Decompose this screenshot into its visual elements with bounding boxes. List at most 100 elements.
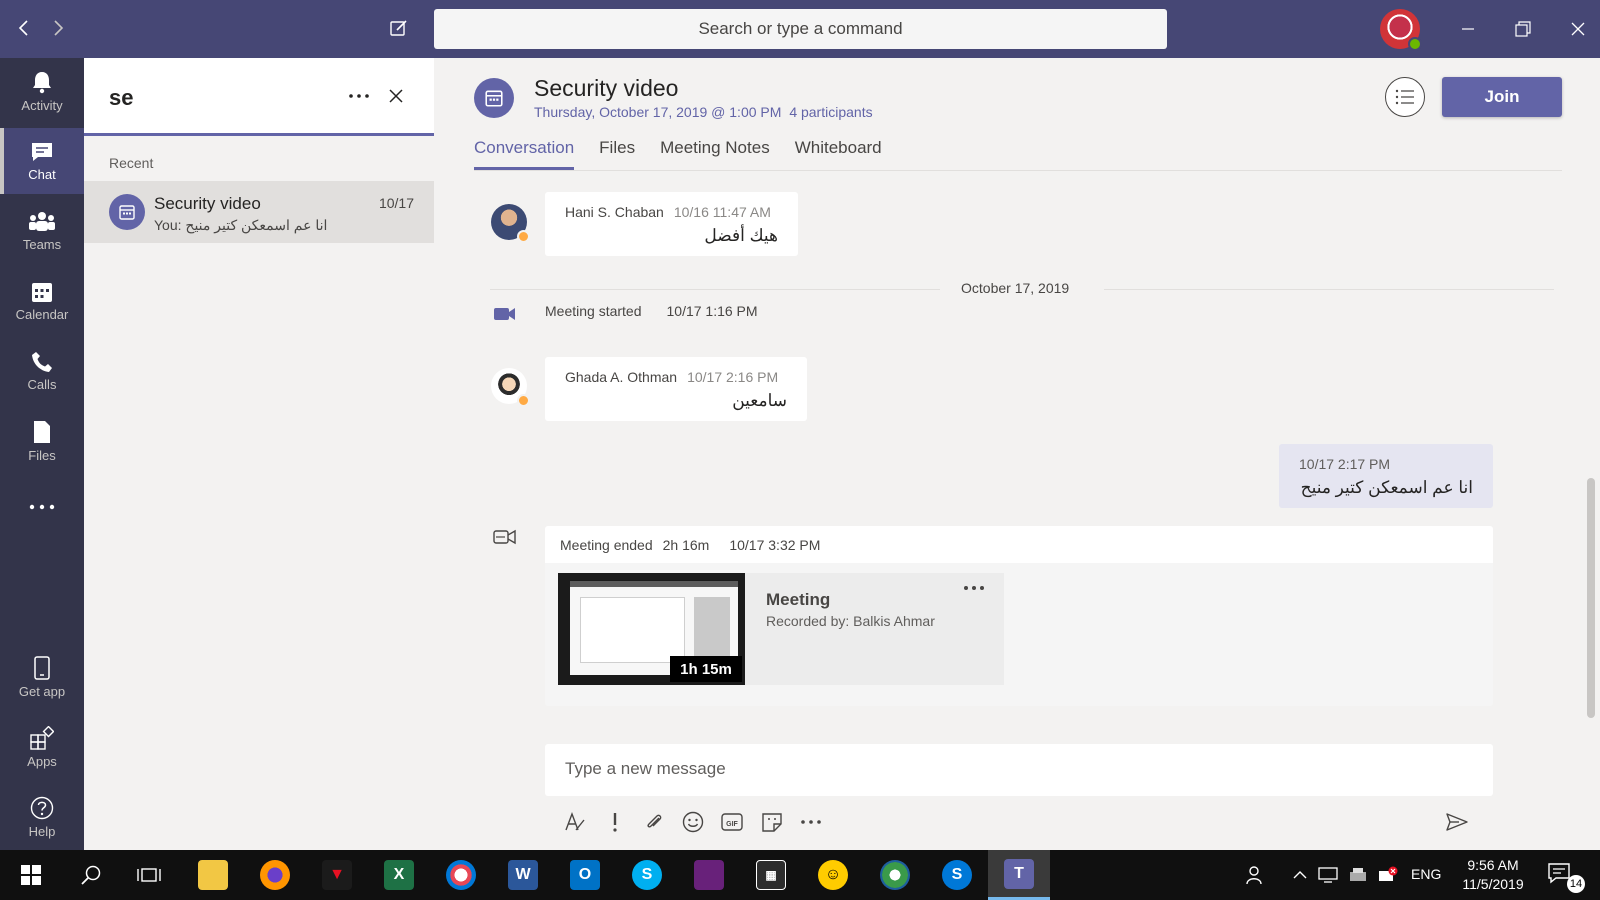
language-indicator[interactable]: ENG [1411, 866, 1441, 882]
mobile-icon [34, 655, 50, 680]
close-window-icon[interactable] [1563, 14, 1593, 44]
rail-item-calls[interactable]: Calls [0, 338, 84, 404]
presence-away-icon [517, 230, 530, 243]
notification-center-button[interactable]: 14 [1547, 862, 1585, 893]
chevron-up-icon[interactable] [1288, 863, 1312, 887]
meeting-avatar [474, 78, 514, 118]
meeting-ended-card: Meeting ended 2h 16m 10/17 3:32 PM 1h 15m … [545, 526, 1493, 706]
more-options-icon[interactable] [345, 84, 373, 108]
recording-card[interactable]: 1h 15m Meeting Recorded by: Balkis Ahmar [558, 573, 1004, 685]
avatar[interactable] [491, 204, 530, 243]
user-avatar[interactable] [1380, 9, 1422, 51]
meeting-datetime[interactable]: Thursday, October 17, 2019 @ 1:00 PM [534, 104, 781, 120]
tab-whiteboard[interactable]: Whiteboard [795, 138, 882, 170]
skype-icon[interactable]: S [616, 850, 678, 900]
my-message-bubble[interactable]: 10/17 2:17 PM انا عم اسمعكن كتير منيح [1279, 444, 1493, 508]
clock[interactable]: 9:56 AM 11/5/2019 [1455, 856, 1531, 894]
join-button[interactable]: Join [1442, 77, 1562, 117]
chat-icon [32, 142, 52, 161]
calendar-icon [485, 90, 503, 107]
task-view-icon[interactable] [118, 850, 180, 900]
tab-conversation[interactable]: Conversation [474, 138, 575, 170]
printer-icon[interactable] [1346, 863, 1370, 887]
forward-arrow-icon[interactable] [46, 16, 70, 40]
scrollbar[interactable] [1587, 478, 1595, 718]
compose-icon[interactable] [387, 16, 411, 40]
chat-list-pane: se Recent Security video 10/17 You: انا … [84, 58, 434, 850]
help-icon [30, 796, 54, 819]
sticker-icon[interactable] [757, 807, 787, 837]
recent-label: Recent [109, 155, 154, 171]
more-icon [29, 504, 55, 510]
message-bubble[interactable]: Ghada A. Othman 10/17 2:16 PM سامعين [545, 357, 807, 421]
rail-item-activity[interactable]: Activity [0, 58, 84, 124]
excel-icon[interactable]: X [368, 850, 430, 900]
calculator-icon[interactable]: ▦ [740, 850, 802, 900]
rail-label: Get app [18, 683, 66, 699]
windows-start-icon[interactable] [0, 850, 62, 900]
visual-studio-icon[interactable] [678, 850, 740, 900]
tab-meeting-notes[interactable]: Meeting Notes [660, 138, 770, 170]
outlook-icon[interactable]: O [554, 850, 616, 900]
event-label: Meeting started [545, 303, 642, 319]
attach-icon[interactable] [639, 807, 669, 837]
rail-item-help[interactable]: Help [0, 784, 84, 850]
pdf-reader-icon[interactable]: ▼ [306, 850, 368, 900]
date-divider: October 17, 2019 [961, 280, 1070, 296]
rail-item-chat[interactable]: Chat [0, 128, 84, 194]
recording-more-icon[interactable] [960, 581, 988, 605]
security-alert-icon[interactable] [1376, 863, 1400, 887]
event-time: 10/17 3:32 PM [729, 537, 821, 553]
chat-list-item[interactable]: Security video 10/17 You: انا عم اسمعكن … [84, 181, 434, 243]
firefox-icon[interactable] [244, 850, 306, 900]
emoji-icon[interactable] [678, 807, 708, 837]
people-icon[interactable] [1244, 863, 1268, 887]
network-app-icon[interactable] [864, 850, 926, 900]
important-icon[interactable] [600, 807, 630, 837]
rail-item-more[interactable] [0, 476, 84, 542]
rail-item-apps[interactable]: Apps [0, 714, 84, 780]
filter-input[interactable]: se [109, 85, 133, 111]
event-label: Meeting ended [560, 537, 653, 553]
divider [474, 170, 1562, 171]
file-explorer-icon[interactable] [182, 850, 244, 900]
tab-bar: Conversation Files Meeting Notes Whitebo… [474, 138, 907, 170]
participants-link[interactable]: 4 participants [789, 104, 872, 120]
rail-label: Files [28, 447, 56, 463]
close-filter-icon[interactable] [386, 86, 406, 106]
paint-icon[interactable] [430, 850, 492, 900]
presence-away-icon [517, 394, 530, 407]
meeting-details-button[interactable] [1385, 77, 1425, 117]
recording-thumbnail[interactable]: 1h 15m [558, 573, 745, 685]
gif-icon[interactable]: GIF [717, 807, 747, 837]
search-input[interactable]: Search or type a command [434, 9, 1167, 49]
avatar[interactable] [491, 368, 530, 407]
network-icon[interactable] [1316, 863, 1340, 887]
message-compose-input[interactable]: Type a new message [545, 744, 1493, 796]
more-options-icon[interactable] [796, 807, 826, 837]
message-time: 10/17 2:16 PM [687, 369, 779, 385]
word-icon[interactable]: W [492, 850, 554, 900]
rail-item-get-app[interactable]: Get app [0, 644, 84, 710]
message-time: 10/17 2:17 PM [1299, 456, 1391, 472]
file-icon [34, 420, 50, 443]
rail-item-files[interactable]: Files [0, 408, 84, 474]
divider [490, 289, 940, 290]
teams-icon [29, 211, 55, 231]
search-icon[interactable] [60, 850, 122, 900]
skype-business-icon[interactable]: S [926, 850, 988, 900]
rail-item-teams[interactable]: Teams [0, 198, 84, 264]
bell-icon [33, 71, 51, 93]
message-body: سامعين [732, 391, 787, 410]
minimize-icon[interactable] [1453, 14, 1483, 44]
back-arrow-icon[interactable] [12, 16, 36, 40]
send-icon[interactable] [1442, 807, 1472, 837]
rail-item-calendar[interactable]: Calendar [0, 268, 84, 334]
format-icon[interactable] [560, 807, 590, 837]
cyberghost-icon[interactable]: ☺ [802, 850, 864, 900]
teams-taskbar-icon[interactable]: T [988, 850, 1050, 900]
tab-files[interactable]: Files [599, 138, 635, 170]
message-bubble[interactable]: Hani S. Chaban 10/16 11:47 AM هيك أفضل [545, 192, 798, 256]
restore-icon[interactable] [1508, 14, 1538, 44]
phone-icon [32, 351, 52, 372]
